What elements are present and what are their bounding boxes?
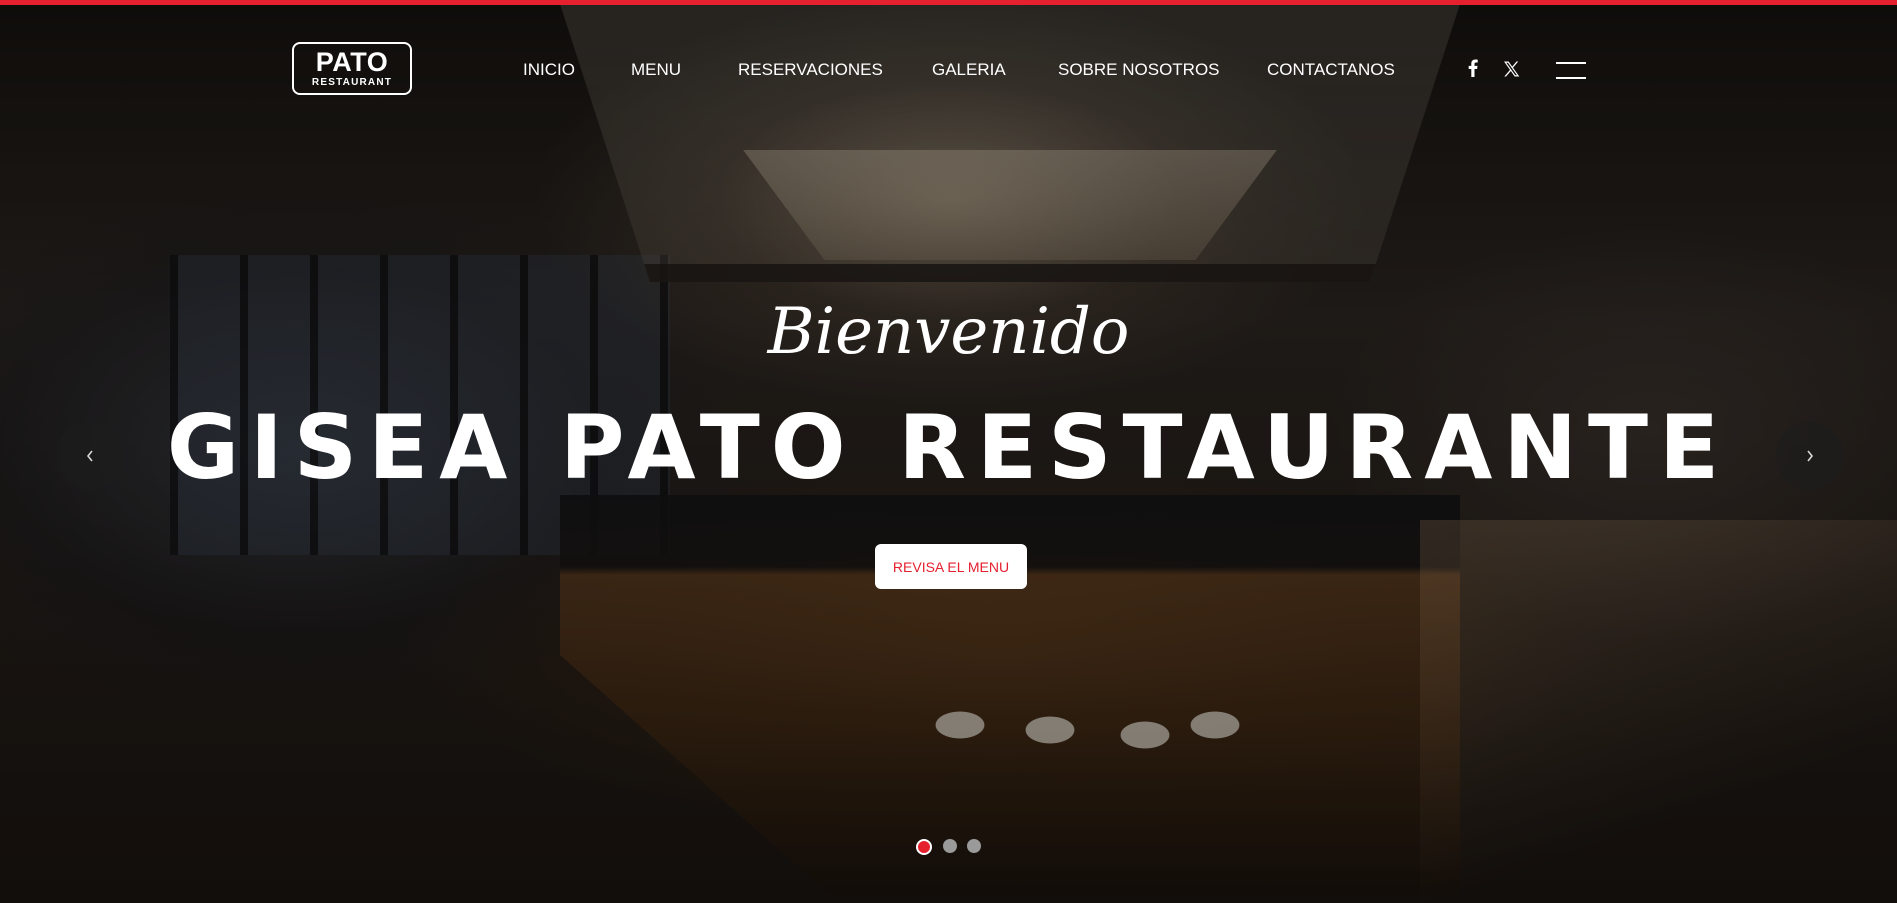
slider-prev-button[interactable]	[56, 422, 124, 490]
logo-sub-text: RESTAURANT	[311, 77, 393, 88]
slide-dot-3[interactable]	[967, 839, 981, 853]
nav-item-galeria[interactable]: GALERIA	[932, 60, 1006, 80]
chevron-left-icon	[86, 450, 93, 462]
nav-item-reservaciones[interactable]: RESERVACIONES	[738, 60, 883, 80]
hero-welcome-text: Bienvenido	[767, 295, 1130, 369]
x-twitter-icon[interactable]	[1503, 61, 1520, 82]
view-menu-button[interactable]: REVISA EL MENU	[875, 544, 1027, 589]
hero-section: PATO RESTAURANT INICIO MENU RESERVACIONE…	[0, 0, 1897, 903]
logo-main-text: PATO	[315, 47, 389, 77]
navbar: PATO RESTAURANT INICIO MENU RESERVACIONE…	[0, 5, 1897, 135]
nav-item-menu[interactable]: MENU	[631, 60, 681, 80]
logo[interactable]: PATO RESTAURANT	[292, 42, 412, 95]
slide-dot-2[interactable]	[943, 839, 957, 853]
nav-item-sobre-nosotros[interactable]: SOBRE NOSOTROS	[1058, 60, 1220, 80]
hamburger-menu-icon[interactable]	[1556, 62, 1586, 79]
facebook-icon[interactable]	[1468, 59, 1478, 82]
slide-dot-1[interactable]	[916, 839, 932, 855]
chevron-right-icon	[1807, 450, 1814, 462]
slider-next-button[interactable]	[1776, 422, 1844, 490]
hero-title: GISEA PATO RESTAURANTE	[166, 396, 1731, 499]
nav-item-contactanos[interactable]: CONTACTANOS	[1267, 60, 1395, 80]
nav-item-inicio[interactable]: INICIO	[523, 60, 575, 80]
